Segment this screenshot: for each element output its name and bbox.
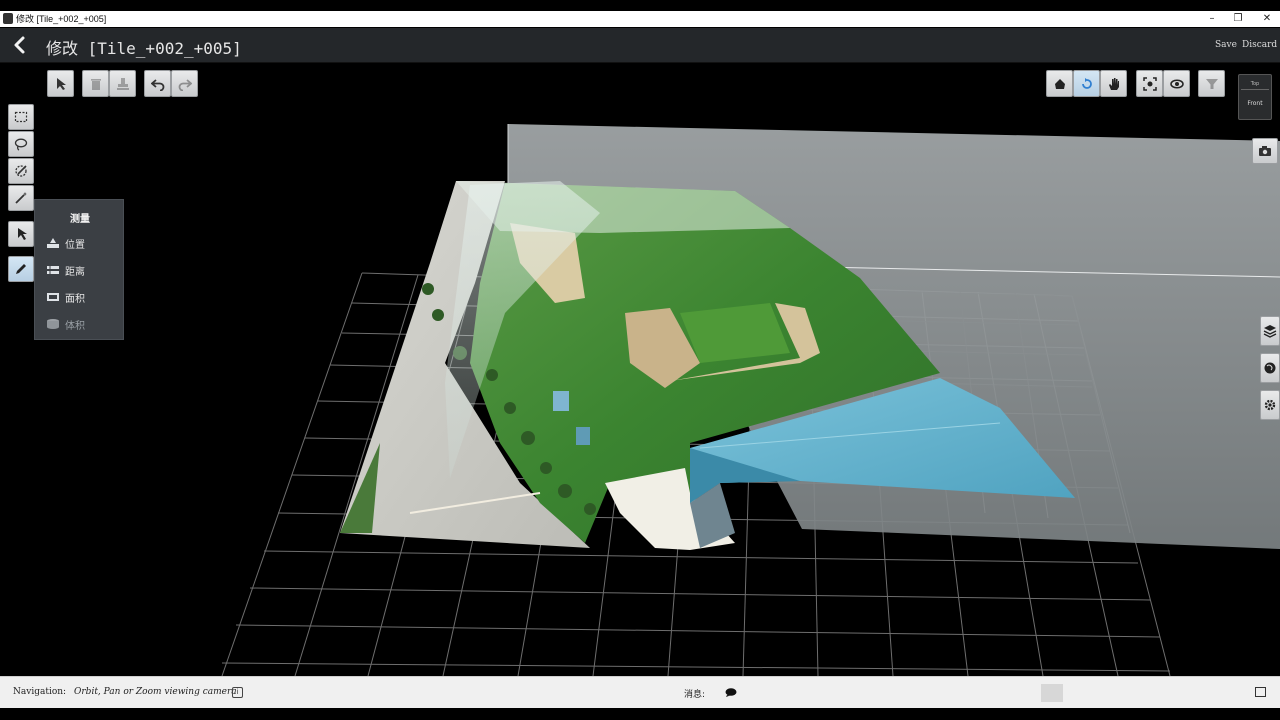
classify-button[interactable] xyxy=(8,221,34,247)
stamp-button[interactable] xyxy=(109,70,136,97)
classify-icon xyxy=(18,228,27,240)
chat-bubble-icon[interactable] xyxy=(725,688,737,697)
measure-item-volume[interactable]: 体积 xyxy=(35,313,125,335)
globe-panel-button[interactable] xyxy=(1260,353,1280,383)
lasso-select-button[interactable] xyxy=(8,131,34,157)
volume-icon xyxy=(47,319,59,329)
close-button[interactable]: ✕ xyxy=(1253,11,1280,27)
window-titlebar: 修改 [Tile_+002_+005] – ❐ ✕ xyxy=(0,0,1280,28)
back-button[interactable] xyxy=(10,34,30,56)
layers-icon xyxy=(1263,325,1277,338)
eye-icon xyxy=(1169,78,1184,89)
measure-tool-button[interactable] xyxy=(8,256,34,282)
distance-icon xyxy=(47,266,59,274)
measure-item-area[interactable]: 面积 xyxy=(35,286,125,308)
status-bar: Navigation: Orbit, Pan or Zoom viewing c… xyxy=(0,676,1280,708)
panel-toggle-icon[interactable] xyxy=(1255,687,1266,697)
layers-panel-button[interactable] xyxy=(1260,316,1280,346)
measure-item-location[interactable]: 位置 xyxy=(35,232,125,254)
titlebar-strip xyxy=(0,11,1280,27)
globe-icon xyxy=(1264,362,1276,374)
3d-viewport[interactable]: Top Front 测量 位置 距离 面积 体积 xyxy=(0,63,1280,676)
brush-select-button[interactable] xyxy=(8,158,34,184)
stamp-icon xyxy=(116,77,129,90)
info-icon[interactable]: i xyxy=(232,687,243,698)
window-title: 修改 [Tile_+002_+005] xyxy=(16,14,107,24)
measure-item-label: 体积 xyxy=(65,321,85,332)
small-structure xyxy=(553,391,569,411)
area-icon xyxy=(47,293,59,301)
3d-scene[interactable] xyxy=(0,63,1280,676)
select-tool-button[interactable] xyxy=(47,70,74,97)
app-header: 修改 [Tile_+002_+005] Save Discard xyxy=(0,28,1280,63)
filter-button[interactable] xyxy=(1198,70,1225,97)
home-view-button[interactable] xyxy=(1046,70,1073,97)
chevron-left-icon xyxy=(14,36,25,54)
view-cube-top[interactable]: Top xyxy=(1241,78,1269,90)
location-icon xyxy=(47,238,59,248)
discard-button[interactable]: Discard xyxy=(1242,40,1277,50)
message-label: 消息: xyxy=(684,690,706,700)
delete-button[interactable] xyxy=(82,70,109,97)
measure-menu: 测量 位置 距离 面积 体积 xyxy=(34,199,124,340)
orbit-button[interactable] xyxy=(1073,70,1100,97)
redo-icon xyxy=(178,78,192,91)
magic-wand-button[interactable] xyxy=(8,185,34,211)
navigation-label: Navigation: xyxy=(13,687,67,697)
orbit-icon xyxy=(1081,77,1092,89)
navigation-hint: Orbit, Pan or Zoom viewing camera xyxy=(74,687,237,697)
minimize-button[interactable]: – xyxy=(1198,11,1226,27)
lasso-icon xyxy=(14,138,28,151)
home-icon xyxy=(1054,78,1065,89)
save-button[interactable]: Save xyxy=(1215,40,1237,50)
status-indicator[interactable] xyxy=(1041,684,1063,702)
magic-wand-icon xyxy=(15,192,27,204)
rect-select-button[interactable] xyxy=(8,104,34,130)
measure-item-label: 面积 xyxy=(65,294,85,305)
page-title: 修改 [Tile_+002_+005] xyxy=(46,39,242,58)
measure-item-label: 距离 xyxy=(65,267,85,278)
view-cube-front[interactable]: Front xyxy=(1241,93,1269,115)
brush-select-icon xyxy=(15,165,27,177)
view-cube[interactable]: Top Front xyxy=(1238,74,1272,120)
pan-button[interactable] xyxy=(1100,70,1127,97)
visibility-button[interactable] xyxy=(1163,70,1190,97)
measure-item-distance[interactable]: 距离 xyxy=(35,259,125,281)
undo-button[interactable] xyxy=(144,70,171,97)
camera-settings-button[interactable] xyxy=(1252,138,1278,164)
trash-icon xyxy=(90,78,101,90)
restore-button[interactable]: ❐ xyxy=(1224,11,1252,27)
pan-hand-icon xyxy=(1108,77,1119,90)
settings-panel-button[interactable] xyxy=(1260,390,1280,420)
undo-icon xyxy=(150,78,164,91)
rect-select-icon xyxy=(14,111,28,123)
crop-rows xyxy=(680,303,790,363)
fit-view-button[interactable] xyxy=(1136,70,1163,97)
measure-menu-title: 测量 xyxy=(70,214,90,225)
small-structure xyxy=(576,427,590,445)
bottom-edge xyxy=(0,708,1280,720)
settings-icon xyxy=(1264,399,1276,411)
filter-icon xyxy=(1205,78,1218,89)
measure-item-label: 位置 xyxy=(65,240,85,251)
redo-button[interactable] xyxy=(171,70,198,97)
app-icon xyxy=(3,13,13,24)
measure-pen-icon xyxy=(16,264,26,274)
camera-icon xyxy=(1259,146,1271,156)
pointer-icon xyxy=(56,77,66,90)
fit-view-icon xyxy=(1142,76,1157,91)
